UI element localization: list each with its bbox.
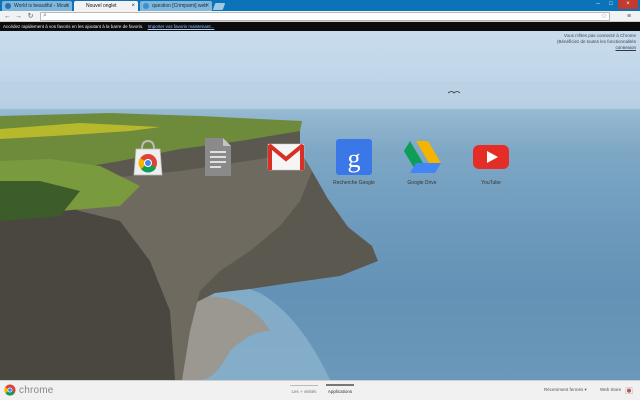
tab-favicon — [143, 3, 149, 9]
minimize-icon[interactable]: – — [592, 0, 604, 9]
tab-close-icon[interactable]: × — [65, 1, 69, 11]
browser-toolbar: ← → ↻ ⌕ ☆ ≡ — [0, 11, 640, 22]
page-switcher: Les + visités Applications — [290, 383, 354, 394]
reload-icon[interactable]: ↻ — [26, 12, 35, 21]
window-controls: – □ × — [592, 0, 638, 9]
web-store-app[interactable] — [123, 137, 173, 180]
forward-arrow-icon[interactable]: → — [14, 12, 23, 21]
tab-close-icon[interactable]: × — [205, 1, 209, 11]
tab-label: question [Crimpami] web — [152, 3, 208, 9]
signin-link[interactable]: connexion — [557, 45, 636, 51]
close-window-icon[interactable]: × — [618, 0, 638, 9]
tab-label: World is beautiful - Mous — [14, 3, 69, 9]
tab-world-is-beautiful[interactable]: World is beautiful - Mous × — [2, 1, 72, 11]
tab-label: Nouvel onglet — [86, 3, 117, 9]
ntp-footer: chrome Les + visités Applications Récemm… — [0, 380, 640, 400]
docs-app[interactable] — [192, 137, 242, 180]
gmail-app[interactable] — [261, 137, 311, 180]
document-icon — [205, 138, 231, 176]
maximize-icon[interactable]: □ — [605, 0, 617, 9]
gmail-icon — [267, 143, 305, 171]
web-store-link[interactable]: Web Store — [600, 387, 621, 392]
web-store-icon — [133, 139, 163, 176]
bookmarks-bar-message: Accédez rapidement à vos favoris en les … — [3, 24, 144, 29]
recently-closed-label: Récemment fermés — [544, 387, 584, 392]
app-label: YouTube — [481, 180, 501, 186]
new-tab-button[interactable] — [212, 3, 226, 10]
app-label: Google Drive — [407, 180, 437, 186]
omnibox[interactable]: ⌕ ☆ — [40, 12, 610, 21]
google-drive-app[interactable]: Google Drive — [397, 137, 447, 186]
signin-promo: Vous n'êtes pas connecté à Chrome (Bénéf… — [557, 33, 636, 51]
hamburger-menu-icon[interactable]: ≡ — [624, 12, 634, 21]
web-store-small-icon[interactable] — [625, 385, 633, 394]
bookmarks-bar: Accédez rapidement à vos favoris en les … — [0, 22, 640, 31]
chrome-icon — [4, 384, 16, 396]
tab-question[interactable]: question [Crimpami] web × — [140, 1, 212, 11]
app-label: Recherche Google — [333, 180, 375, 186]
google-drive-icon — [404, 141, 441, 173]
google-search-app[interactable]: g Recherche Google — [329, 137, 379, 186]
google-search-icon: g — [336, 139, 372, 175]
youtube-app[interactable]: YouTube — [466, 137, 516, 186]
search-icon: ⌕ — [43, 12, 47, 19]
apps-grid: g Recherche Google Google Drive YouTube — [0, 137, 640, 207]
tab-most-visited[interactable]: Les + visités — [290, 383, 318, 394]
tab-close-icon[interactable]: × — [131, 1, 135, 11]
star-icon[interactable]: ☆ — [601, 12, 607, 20]
tab-strip: World is beautiful - Mous × Nouvel ongle… — [0, 0, 640, 11]
chrome-wordmark: chrome — [19, 384, 54, 396]
chrome-logo: chrome — [4, 384, 54, 396]
youtube-icon — [473, 145, 509, 169]
tab-favicon — [5, 3, 11, 9]
back-arrow-icon[interactable]: ← — [3, 12, 12, 21]
new-tab-page: Vous n'êtes pas connecté à Chrome (Bénéf… — [0, 31, 640, 380]
svg-text:g: g — [348, 144, 361, 173]
import-bookmarks-link[interactable]: Importer vos favoris maintenant... — [148, 24, 215, 29]
recently-closed-menu[interactable]: Récemment fermés ▾ — [544, 387, 587, 393]
tab-applications[interactable]: Applications — [326, 383, 354, 394]
tab-new-tab[interactable]: Nouvel onglet × — [74, 1, 138, 11]
address-input[interactable] — [51, 13, 591, 20]
